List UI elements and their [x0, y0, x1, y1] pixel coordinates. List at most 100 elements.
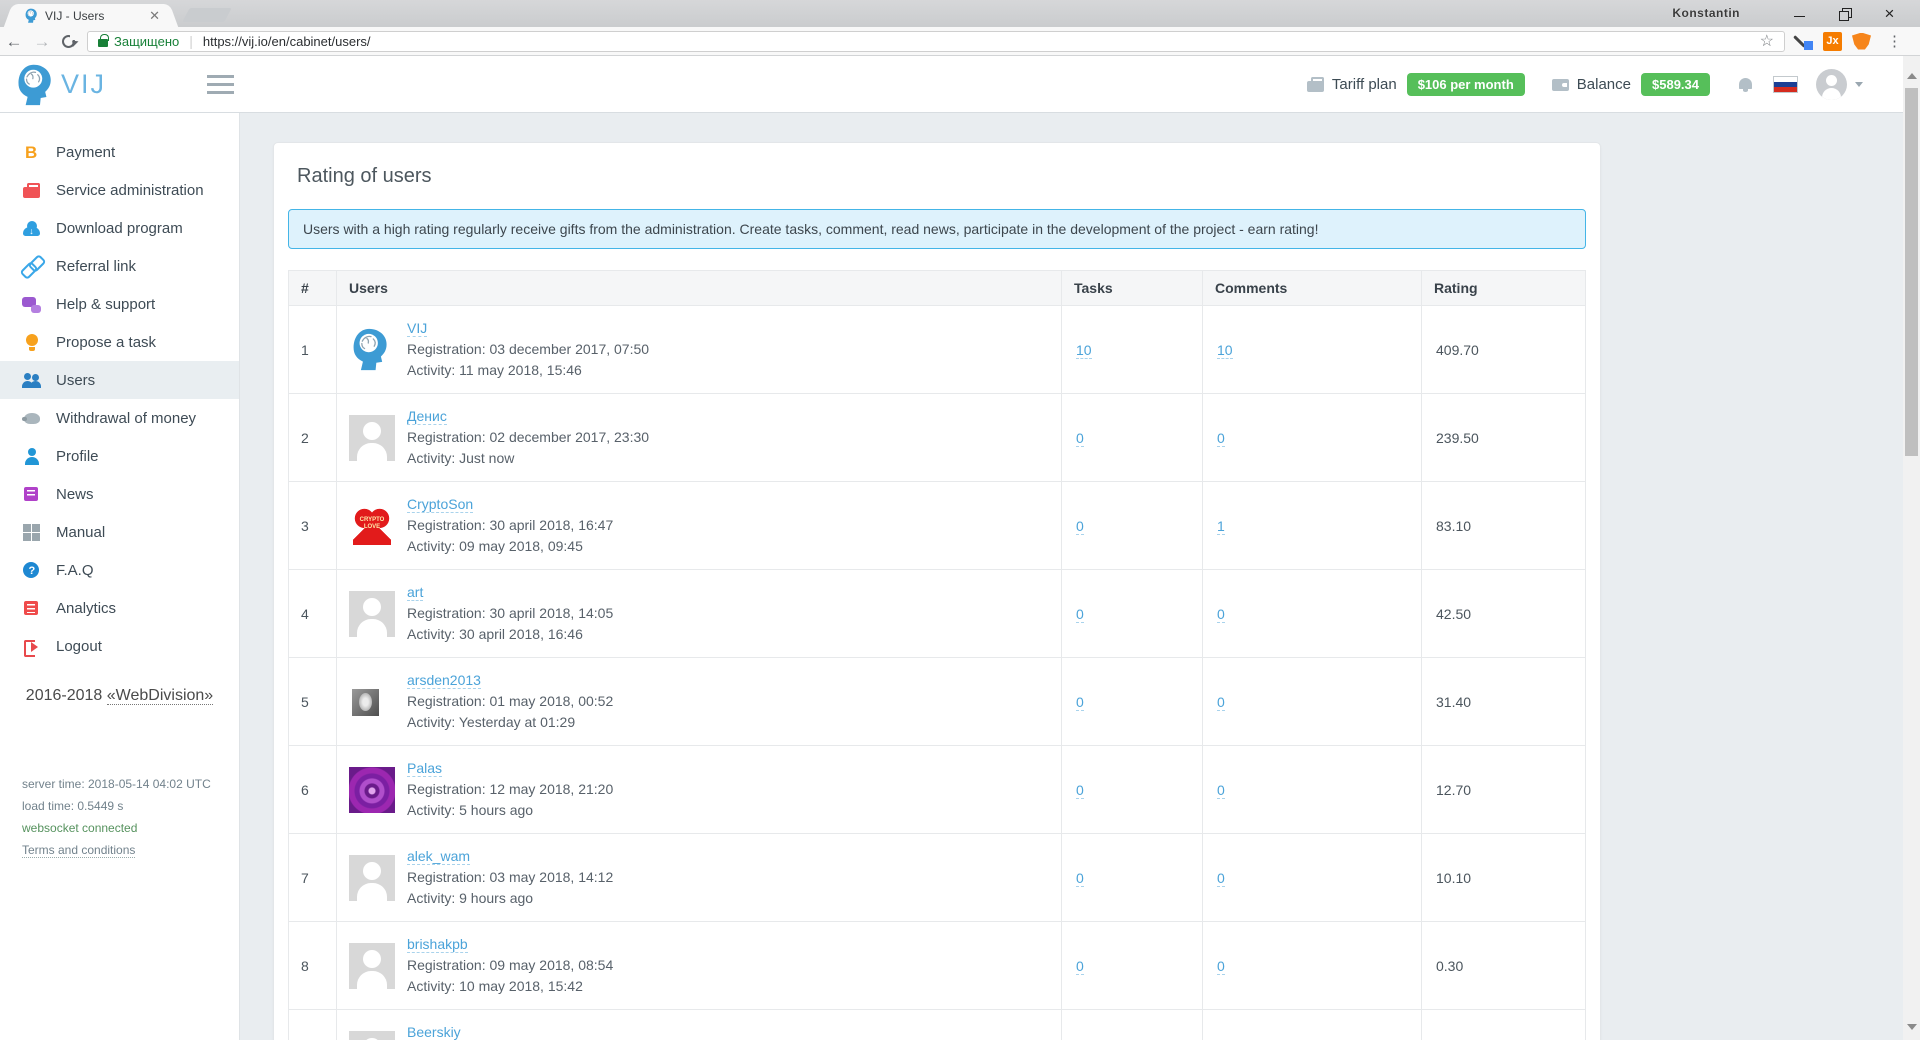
sidebar-item[interactable]: Withdrawal of money [0, 399, 239, 437]
balance-badge[interactable]: $589.34 [1641, 73, 1710, 96]
restore-button[interactable] [1822, 0, 1867, 27]
browser-tab[interactable]: VIJ - Users ✕ [16, 4, 166, 27]
comments-cell: 0 [1203, 1010, 1422, 1040]
sidebar-item[interactable]: Analytics [0, 589, 239, 627]
tasks-cell: 0 [1062, 658, 1203, 746]
tasks-count-link[interactable]: 0 [1076, 430, 1084, 447]
row-number: 5 [289, 658, 337, 746]
notifications-bell-icon[interactable] [1736, 75, 1755, 94]
table-row: 4 art Registration: 30 april 2018, 14:05… [289, 570, 1586, 658]
tasks-count-link[interactable]: 0 [1076, 606, 1084, 623]
language-flag-ru-icon[interactable] [1773, 76, 1798, 93]
logo-head-icon [14, 63, 57, 106]
comments-count-link[interactable]: 0 [1217, 694, 1225, 711]
tasks-count-link[interactable]: 0 [1076, 958, 1084, 975]
rating-value: 83.10 [1422, 482, 1586, 570]
sidebar-item-label: Withdrawal of money [56, 410, 196, 427]
comments-count-link[interactable]: 10 [1217, 342, 1233, 359]
comments-count-link[interactable]: 0 [1217, 782, 1225, 799]
user-name-link[interactable]: Денис [407, 408, 447, 425]
rating-value: 409.70 [1422, 306, 1586, 394]
main-content: Rating of users Users with a high rating… [240, 113, 1903, 1040]
user-name-link[interactable]: brishakpb [407, 936, 468, 953]
sidebar-item-label: Manual [56, 524, 105, 541]
scrollbar-down-arrow-icon[interactable] [1907, 1024, 1917, 1035]
balance-wallet-icon [1551, 75, 1570, 94]
sidebar-item[interactable]: Payment [0, 133, 239, 171]
back-button[interactable]: ← [0, 33, 28, 50]
comments-count-link[interactable]: 0 [1217, 870, 1225, 887]
comments-count-link[interactable]: 0 [1217, 430, 1225, 447]
user-name-link[interactable]: arsden2013 [407, 672, 481, 689]
user-activity: Activity: 09 may 2018, 09:45 [407, 536, 613, 557]
sidebar-item[interactable]: News [0, 475, 239, 513]
sidebar-item-label: F.A.Q [56, 562, 94, 579]
close-button[interactable]: × [1867, 0, 1912, 27]
sidebar-item[interactable]: Service administration [0, 171, 239, 209]
row-number: 3 [289, 482, 337, 570]
comments-cell: 0 [1203, 570, 1422, 658]
sidebar-item[interactable]: Download program [0, 209, 239, 247]
row-number: 4 [289, 570, 337, 658]
copyright-years: 2016-2018 [26, 687, 103, 704]
tasks-cell: 0 [1062, 570, 1203, 658]
sidebar-item[interactable]: Users [0, 361, 239, 399]
sidebar-item[interactable]: Referral link [0, 247, 239, 285]
comments-count-link[interactable]: 0 [1217, 606, 1225, 623]
user-name-link[interactable]: CryptoSon [407, 496, 473, 513]
sidebar-item-icon [22, 523, 41, 542]
user-name-link[interactable]: Beerskiy [407, 1024, 461, 1040]
reload-button[interactable] [62, 35, 75, 48]
site-logo[interactable]: VIJ [14, 63, 106, 106]
metamask-fox-icon[interactable] [1852, 33, 1871, 50]
user-cell: Palas Registration: 12 may 2018, 21:20 A… [337, 746, 1062, 834]
sidebar-item-label: Help & support [56, 296, 155, 313]
jx-extension-icon[interactable]: Jx [1823, 32, 1842, 51]
tasks-count-link[interactable]: 0 [1076, 782, 1084, 799]
window-controls: × [1777, 0, 1912, 27]
minimize-button[interactable] [1777, 0, 1822, 27]
bookmark-star-icon[interactable]: ☆ [1760, 31, 1774, 51]
tasks-count-link[interactable]: 0 [1076, 870, 1084, 887]
load-time: load time: 0.5449 s [22, 795, 239, 817]
comments-count-link[interactable]: 1 [1217, 518, 1225, 535]
tariff-badge[interactable]: $106 per month [1407, 73, 1525, 96]
terms-link[interactable]: Terms and conditions [22, 843, 135, 858]
browser-menu-icon[interactable]: ⋮ [1887, 32, 1902, 50]
webdivision-link[interactable]: «WebDivision» [107, 687, 213, 705]
user-activity: Activity: 11 may 2018, 15:46 [407, 360, 649, 381]
forward-button[interactable]: → [28, 33, 56, 50]
tasks-count-link[interactable]: 10 [1076, 342, 1092, 359]
sidebar-item[interactable]: Manual [0, 513, 239, 551]
sidebar-item[interactable]: Help & support [0, 285, 239, 323]
user-cell: brishakpb Registration: 09 may 2018, 08:… [337, 922, 1062, 1010]
page-scrollbar[interactable] [1903, 56, 1920, 1040]
tasks-count-link[interactable]: 0 [1076, 694, 1084, 711]
user-name-link[interactable]: art [407, 584, 423, 601]
scrollbar-thumb[interactable] [1905, 88, 1918, 456]
sidebar-item[interactable]: F.A.Q [0, 551, 239, 589]
hamburger-menu-icon[interactable] [207, 75, 234, 94]
chevron-down-icon[interactable] [1855, 82, 1863, 91]
user-name-link[interactable]: alek_wam [407, 848, 470, 865]
user-avatar-menu[interactable] [1816, 69, 1847, 100]
tab-close-icon[interactable]: ✕ [149, 8, 160, 24]
tasks-count-link[interactable]: 0 [1076, 518, 1084, 535]
sidebar-item-icon [22, 409, 41, 428]
user-avatar [349, 415, 395, 461]
sidebar-item[interactable]: Logout [0, 627, 239, 665]
user-cell: arsden2013 Registration: 01 may 2018, 00… [337, 658, 1062, 746]
colorpicker-extension-icon[interactable] [1795, 32, 1813, 50]
user-name-link[interactable]: VIJ [407, 320, 427, 337]
sidebar-item[interactable]: Propose a task [0, 323, 239, 361]
scrollbar-up-arrow-icon[interactable] [1907, 68, 1917, 79]
sidebar-item[interactable]: Profile [0, 437, 239, 475]
user-registration: Registration: 01 may 2018, 00:52 [407, 691, 613, 712]
browser-window: VIJ - Users ✕ Konstantin × ← → Защищено … [0, 0, 1920, 1040]
new-tab-button[interactable] [182, 8, 231, 22]
user-activity: Activity: 9 hours ago [407, 888, 613, 909]
user-name-link[interactable]: Palas [407, 760, 442, 777]
comments-count-link[interactable]: 0 [1217, 958, 1225, 975]
user-avatar [349, 327, 395, 373]
address-bar[interactable]: Защищено | https://vij.io/en/cabinet/use… [87, 31, 1785, 52]
